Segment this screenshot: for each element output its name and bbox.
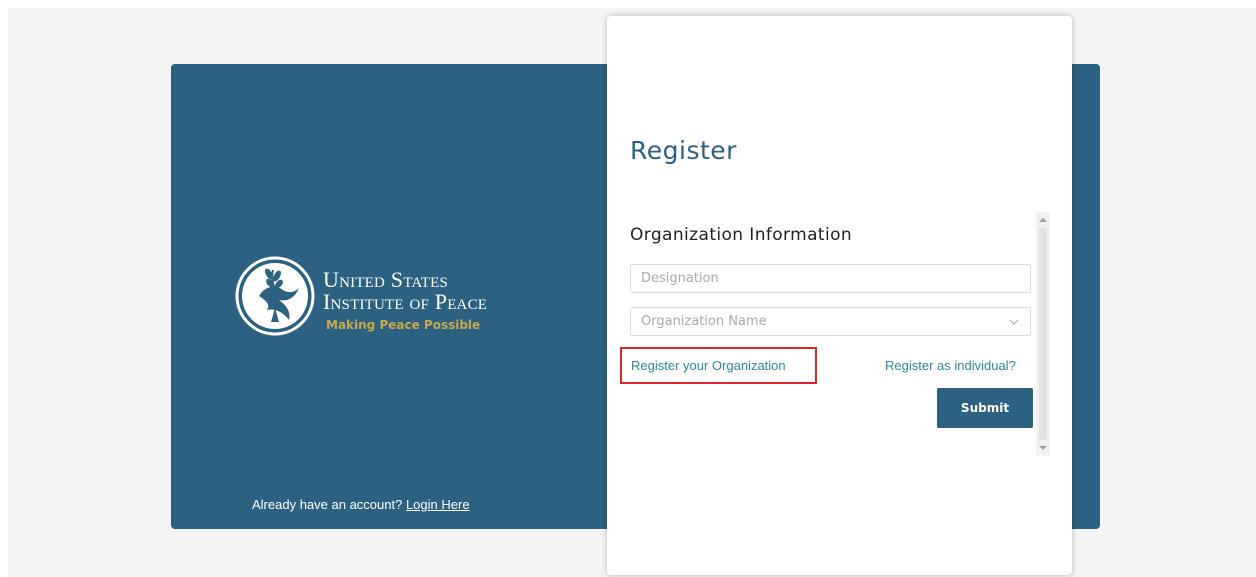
scrollbar[interactable] bbox=[1036, 212, 1050, 456]
register-individual-link[interactable]: Register as individual? bbox=[885, 358, 1016, 373]
login-prompt-text: Already have an account? bbox=[252, 497, 403, 512]
submit-button[interactable]: Submit bbox=[937, 388, 1033, 428]
scroll-down-icon[interactable] bbox=[1039, 446, 1047, 450]
organization-name-select[interactable]: Organization Name bbox=[630, 307, 1031, 336]
register-title: Register bbox=[630, 136, 737, 165]
section-title: Organization Information bbox=[630, 225, 853, 245]
login-prompt: Already have an account? Login Here bbox=[252, 497, 470, 512]
form-scroll-area: Organization Information Organization Na… bbox=[620, 212, 1050, 456]
designation-field[interactable] bbox=[630, 264, 1031, 293]
scroll-thumb[interactable] bbox=[1039, 228, 1047, 440]
logo-text-line1: United States bbox=[323, 267, 449, 292]
organization-name-placeholder: Organization Name bbox=[641, 314, 767, 329]
scroll-up-icon[interactable] bbox=[1039, 218, 1047, 222]
usip-logo: United States Institute of Peace Making … bbox=[235, 256, 535, 338]
logo-tagline: Making Peace Possible bbox=[326, 318, 481, 332]
olive-branch-dove-icon bbox=[235, 256, 315, 336]
login-here-link[interactable]: Login Here bbox=[406, 497, 470, 512]
logo-text-line2: Institute of Peace bbox=[323, 289, 488, 314]
register-organization-link[interactable]: Register your Organization bbox=[620, 347, 817, 384]
register-card: Register Organization Information Organi… bbox=[607, 16, 1072, 575]
chevron-down-icon bbox=[1009, 319, 1019, 325]
